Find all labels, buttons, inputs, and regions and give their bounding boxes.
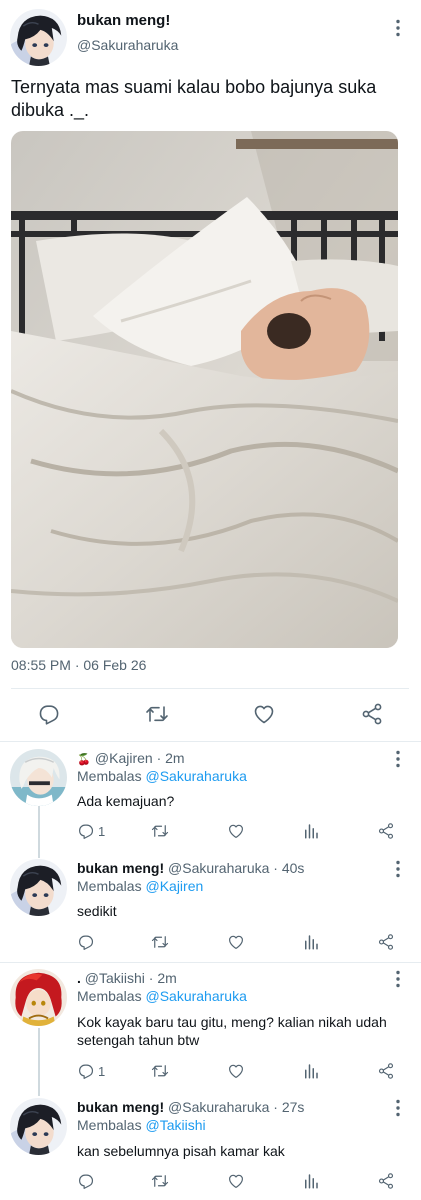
author-display-name[interactable]: bukan meng! [77,12,170,29]
reply-action-bar: 1 [0,822,421,842]
tweet-action-bar [0,702,421,728]
reply-avatar[interactable] [10,969,67,1026]
stats-icon[interactable] [302,1172,320,1190]
replying-to-label: Membalas [77,878,142,894]
reply-action-bar: 1 [0,1062,421,1082]
retweet-icon[interactable] [145,702,169,726]
replying-to-label: Membalas [77,988,142,1004]
reply-time: · 2m [148,970,177,986]
reply-icon[interactable] [77,1062,95,1080]
author-handle[interactable]: @Sakuraharuka [77,37,178,53]
share-icon[interactable] [377,933,395,951]
cherry-emoji-icon: 🍒 [77,754,91,766]
replying-to-label: Membalas [77,1117,142,1133]
share-icon[interactable] [360,702,384,726]
mention-link[interactable]: @Sakuraharuka [145,768,246,784]
retweet-icon[interactable] [151,1062,169,1080]
retweet-icon[interactable] [151,933,169,951]
reply-handle[interactable]: @Sakuraharuka [168,860,269,876]
retweet-icon[interactable] [151,822,169,840]
like-icon[interactable] [227,1172,245,1190]
reply-tweet[interactable]: . @Takiishi · 2m Membalas @Sakuraharuka … [0,968,421,1096]
reply-icon[interactable] [77,933,95,951]
reply-count: 1 [98,1064,106,1079]
like-icon[interactable] [227,822,245,840]
stats-icon[interactable] [302,1062,320,1080]
reply-handle[interactable]: @Takiishi [85,970,145,986]
reply-time: · 2m [156,750,185,766]
tweet-timestamp: 08:55 PM · 06 Feb 26 [11,657,147,673]
reply-display-name[interactable]: bukan meng! [77,860,164,876]
more-options-icon[interactable] [390,750,406,768]
share-icon[interactable] [377,822,395,840]
reply-handle[interactable]: @Kajiren [95,750,153,766]
mention-link[interactable]: @Takiishi [145,1117,205,1133]
replying-to-label: Membalas [77,768,142,784]
reply-text: Ada kemajuan? [77,793,175,809]
separator [0,741,421,742]
more-options-icon[interactable] [390,19,406,37]
tweet-text: Ternyata mas suami kalau bobo bajunya su… [11,77,377,120]
stats-icon[interactable] [302,822,320,840]
reply-handle[interactable]: @Sakuraharuka [168,1099,269,1115]
more-options-icon[interactable] [390,970,406,988]
reply-text: kan sebelumnya pisah kamar kak [77,1143,285,1159]
reply-time: · 27s [273,1099,305,1115]
reply-tweet[interactable]: 🍒 @Kajiren · 2m Membalas @Sakuraharuka A… [0,748,421,858]
mention-link[interactable]: @Sakuraharuka [145,988,246,1004]
reply-icon[interactable] [77,1172,95,1190]
reply-avatar[interactable] [10,859,67,916]
reply-action-bar [0,1172,421,1192]
more-options-icon[interactable] [390,860,406,878]
reply-icon[interactable] [37,702,61,726]
more-options-icon[interactable] [390,1099,406,1117]
reply-tweet[interactable]: bukan meng! @Sakuraharuka · 40s Membalas… [0,858,421,962]
retweet-icon[interactable] [151,1172,169,1190]
divider [11,688,409,689]
reply-action-bar [0,933,421,953]
reply-time: · 40s [273,860,305,876]
reply-avatar[interactable] [10,749,67,806]
like-icon[interactable] [227,1062,245,1080]
stats-icon[interactable] [302,933,320,951]
reply-icon[interactable] [77,822,95,840]
like-icon[interactable] [252,702,276,726]
reply-text: sedikit [77,903,117,919]
reply-display-name[interactable]: bukan meng! [77,1099,164,1115]
reply-avatar[interactable] [10,1098,67,1155]
share-icon[interactable] [377,1172,395,1190]
reply-tweet[interactable]: bukan meng! @Sakuraharuka · 27s Membalas… [0,1097,421,1200]
like-icon[interactable] [227,933,245,951]
mention-link[interactable]: @Kajiren [145,878,203,894]
author-avatar[interactable] [10,9,67,66]
share-icon[interactable] [377,1062,395,1080]
tweet-photo[interactable] [11,131,398,648]
reply-display-name[interactable]: . [77,970,81,986]
separator [0,962,421,963]
reply-count: 1 [98,824,106,839]
reply-text: Kok kayak baru tau gitu, meng? kalian ni… [77,1014,387,1048]
